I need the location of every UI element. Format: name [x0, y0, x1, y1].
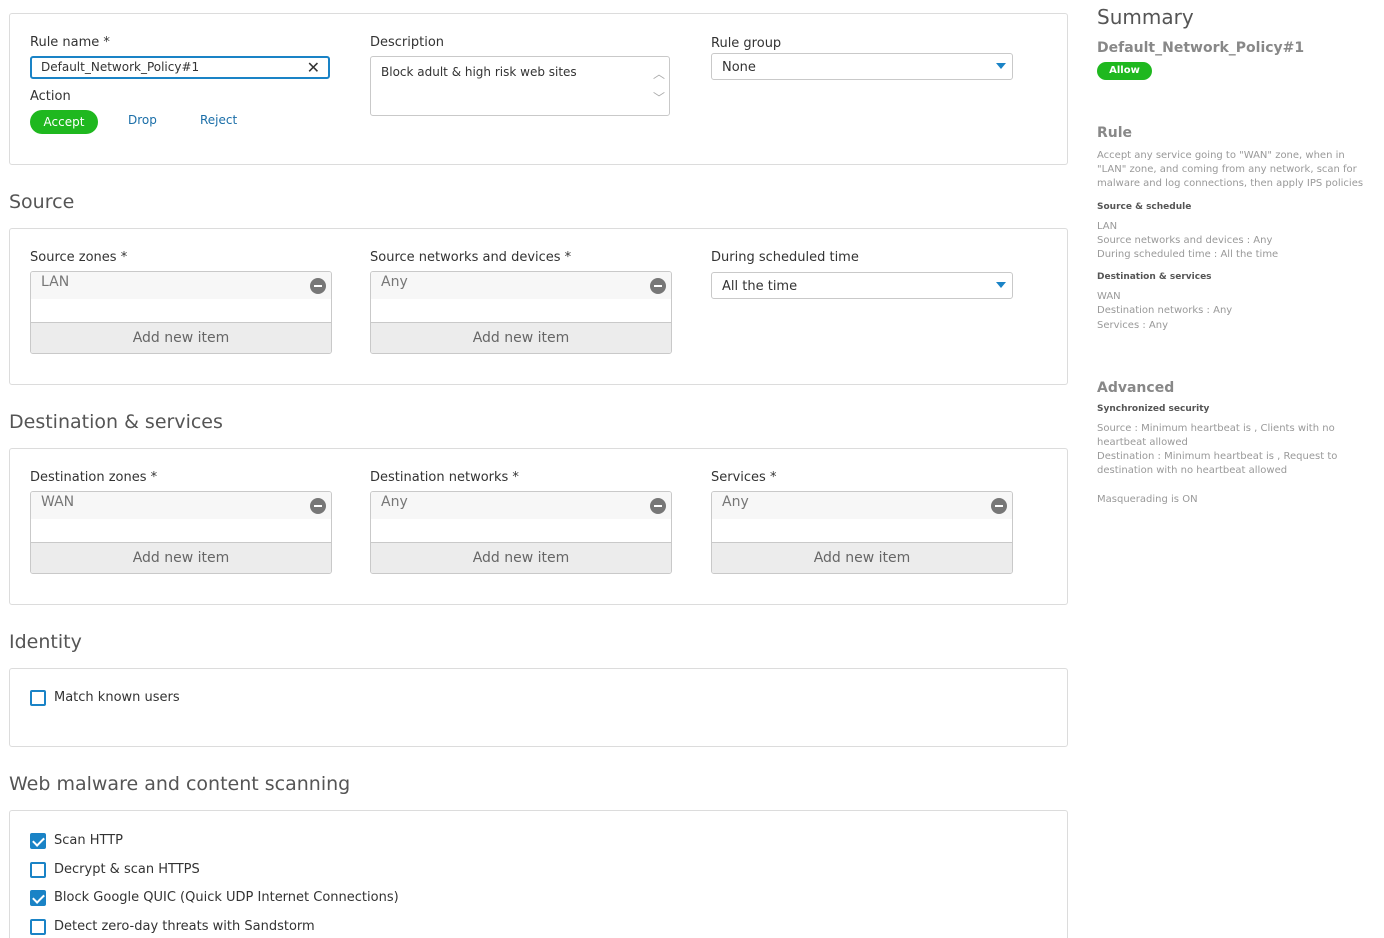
- summary-rule-heading: Rule: [1097, 125, 1133, 141]
- add-new-item-button[interactable]: Add new item: [31, 542, 331, 573]
- match-known-users-label: Match known users: [54, 690, 180, 705]
- summary-source-heading: Source & schedule: [1097, 202, 1192, 212]
- checkbox-box[interactable]: [30, 890, 46, 906]
- checkbox-box[interactable]: [30, 690, 46, 706]
- accept-button[interactable]: Accept: [30, 110, 98, 134]
- remove-icon[interactable]: [991, 498, 1007, 514]
- list-item: Any: [712, 492, 1012, 519]
- services-label: Services *: [711, 470, 777, 485]
- summary-advanced-heading: Advanced: [1097, 380, 1175, 396]
- add-new-item-button[interactable]: Add new item: [31, 322, 331, 353]
- rule-group-label: Rule group: [711, 36, 782, 51]
- list-item: LAN: [31, 272, 331, 299]
- destination-zone-value: WAN: [41, 494, 75, 510]
- drop-button[interactable]: Drop: [128, 113, 157, 127]
- clear-icon[interactable]: ✕: [307, 58, 320, 77]
- add-new-item-button[interactable]: Add new item: [371, 322, 671, 353]
- checkbox-box[interactable]: [30, 862, 46, 878]
- destination-title: Destination & services: [9, 411, 223, 433]
- reject-button[interactable]: Reject: [200, 113, 237, 127]
- summary-rule-text: Accept any service going to "WAN" zone, …: [1097, 150, 1364, 189]
- description-label: Description: [370, 35, 445, 50]
- schedule-value: All the time: [722, 279, 798, 294]
- add-new-item-button[interactable]: Add new item: [712, 542, 1012, 573]
- add-new-item-button[interactable]: Add new item: [371, 542, 671, 573]
- destination-zones-label: Destination zones *: [30, 470, 158, 485]
- block-quic-label: Block Google QUIC (Quick UDP Internet Co…: [54, 890, 399, 905]
- schedule-label: During scheduled time: [711, 250, 859, 265]
- services-picker: Any Add new item: [711, 491, 1013, 574]
- checkbox-box[interactable]: [30, 833, 46, 849]
- remove-icon[interactable]: [650, 278, 666, 294]
- source-title: Source: [9, 191, 75, 213]
- summary-title: Summary: [1097, 5, 1194, 29]
- list-item: Any: [371, 492, 671, 519]
- destination-network-value: Any: [381, 494, 408, 510]
- chevron-down-icon: [996, 63, 1006, 69]
- services-value: Any: [722, 494, 749, 510]
- source-network-value: Any: [381, 274, 408, 290]
- summary-dest-line: Services : Any: [1097, 320, 1168, 331]
- list-item: Any: [371, 272, 671, 299]
- summary-source-line: During scheduled time : All the time: [1097, 249, 1279, 260]
- scan-http-label: Scan HTTP: [54, 833, 124, 848]
- remove-icon[interactable]: [310, 278, 326, 294]
- scanning-title: Web malware and content scanning: [9, 773, 351, 795]
- source-zones-picker: LAN Add new item: [30, 271, 332, 354]
- remove-icon[interactable]: [650, 498, 666, 514]
- summary-dest-heading: Destination & services: [1097, 272, 1212, 282]
- description-field[interactable]: Block adult & high risk web sites ︿ ﹀: [370, 56, 670, 116]
- destination-zones-picker: WAN Add new item: [30, 491, 332, 574]
- remove-icon[interactable]: [310, 498, 326, 514]
- destination-networks-label: Destination networks *: [370, 470, 519, 485]
- rule-name-value: Default_Network_Policy#1: [41, 60, 200, 74]
- list-item: WAN: [31, 492, 331, 519]
- source-networks-picker: Any Add new item: [370, 271, 672, 354]
- checkbox-box[interactable]: [30, 919, 46, 935]
- summary-masquerading: Masquerading is ON: [1097, 494, 1198, 505]
- scroll-down-icon[interactable]: ﹀: [653, 89, 665, 106]
- summary-sync-destination: Destination : Minimum heartbeat is , Req…: [1097, 451, 1338, 476]
- summary-rule-name: Default_Network_Policy#1: [1097, 40, 1305, 56]
- source-networks-label: Source networks and devices *: [370, 250, 572, 265]
- action-label: Action: [30, 89, 71, 104]
- scroll-up-icon[interactable]: ︿: [653, 65, 665, 82]
- status-badge: Allow: [1097, 62, 1152, 80]
- source-zone-value: LAN: [41, 274, 70, 290]
- rule-group-select[interactable]: None: [711, 53, 1013, 80]
- sandstorm-label: Detect zero-day threats with Sandstorm: [54, 919, 315, 934]
- identity-panel: [9, 668, 1068, 747]
- summary-dest-line: WAN: [1097, 291, 1121, 302]
- summary-dest-line: Destination networks : Any: [1097, 305, 1233, 316]
- description-value: Block adult & high risk web sites: [381, 65, 577, 79]
- chevron-down-icon: [996, 282, 1006, 288]
- summary-sync-heading: Synchronized security: [1097, 404, 1210, 414]
- summary-source-line: LAN: [1097, 221, 1118, 232]
- decrypt-https-label: Decrypt & scan HTTPS: [54, 862, 200, 877]
- schedule-select[interactable]: All the time: [711, 272, 1013, 299]
- rule-name-label: Rule name *: [30, 35, 110, 50]
- rule-name-input[interactable]: Default_Network_Policy#1 ✕: [30, 56, 330, 79]
- rule-group-value: None: [722, 60, 756, 75]
- summary-sync-source: Source : Minimum heartbeat is , Clients …: [1097, 423, 1335, 448]
- summary-source-line: Source networks and devices : Any: [1097, 235, 1273, 246]
- source-zones-label: Source zones *: [30, 250, 128, 265]
- destination-networks-picker: Any Add new item: [370, 491, 672, 574]
- identity-title: Identity: [9, 631, 82, 653]
